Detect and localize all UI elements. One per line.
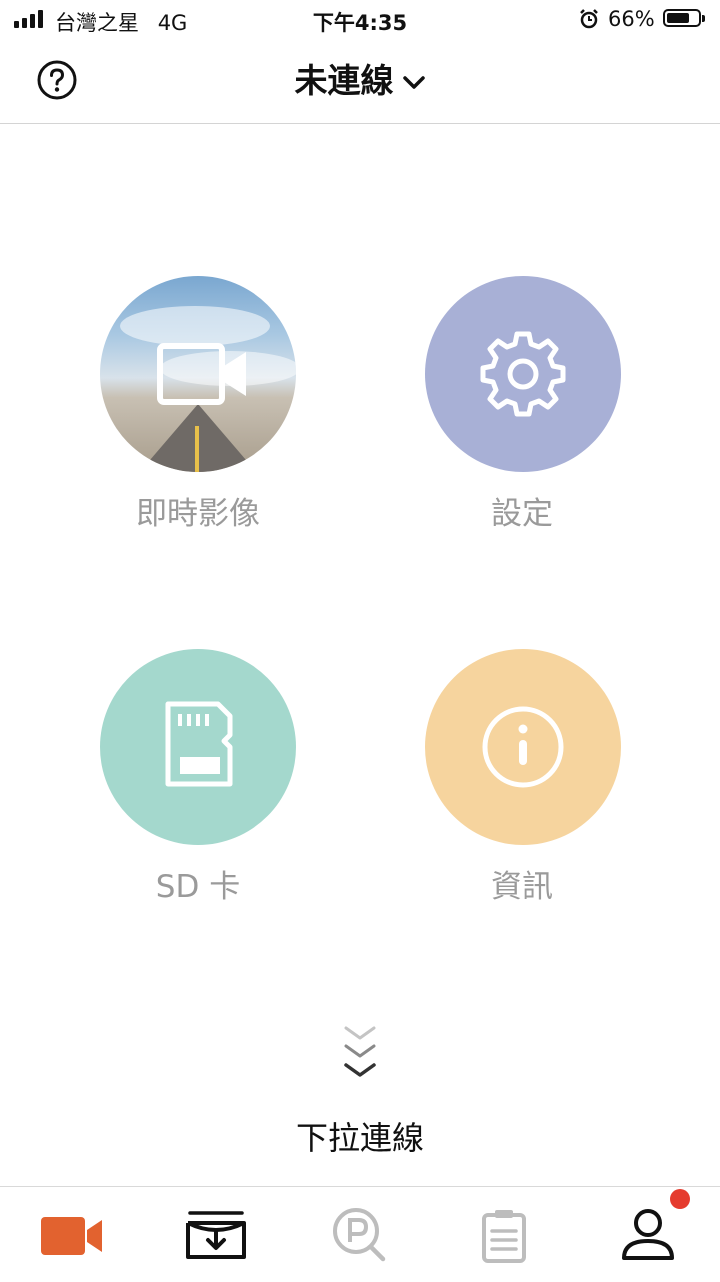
info-button[interactable] bbox=[425, 649, 621, 845]
pull-to-connect-label: 下拉連線 bbox=[295, 1119, 424, 1157]
tab-live[interactable] bbox=[0, 1187, 144, 1282]
live-video-label: 即時影像 bbox=[136, 496, 260, 532]
clipboard-icon bbox=[482, 1210, 526, 1263]
connection-dropdown[interactable]: 未連線 bbox=[0, 60, 720, 102]
info-icon bbox=[482, 706, 564, 788]
parking-search-icon bbox=[333, 1208, 386, 1262]
tab-parking[interactable] bbox=[288, 1187, 432, 1282]
download-tray-icon bbox=[186, 1211, 246, 1259]
header-divider bbox=[0, 123, 720, 124]
settings-label: 設定 bbox=[491, 496, 553, 532]
double-chevron-down-icon bbox=[340, 1024, 380, 1084]
battery-icon bbox=[663, 9, 705, 27]
sd-card-button[interactable] bbox=[100, 649, 296, 845]
tab-bar bbox=[0, 1186, 720, 1282]
video-camera-icon bbox=[41, 1217, 102, 1255]
tab-downloads[interactable] bbox=[144, 1187, 288, 1282]
battery-percent: 66% bbox=[608, 7, 655, 31]
tab-profile[interactable] bbox=[576, 1187, 720, 1282]
sd-card-label: SD 卡 bbox=[155, 869, 241, 905]
status-bar: 台灣之星 4G 下午4:35 66% bbox=[0, 0, 720, 40]
tab-records[interactable] bbox=[432, 1187, 576, 1282]
page-title: 未連線 bbox=[294, 61, 394, 100]
settings-button[interactable] bbox=[425, 276, 621, 472]
info-label: 資訊 bbox=[491, 869, 553, 905]
notification-badge bbox=[670, 1189, 690, 1209]
video-camera-icon bbox=[157, 343, 246, 405]
sd-card-icon bbox=[165, 701, 233, 787]
user-icon bbox=[622, 1209, 674, 1260]
chevron-down-icon bbox=[402, 59, 426, 101]
gear-icon bbox=[480, 331, 566, 417]
live-video-button[interactable] bbox=[100, 276, 296, 472]
alarm-icon bbox=[578, 8, 600, 35]
